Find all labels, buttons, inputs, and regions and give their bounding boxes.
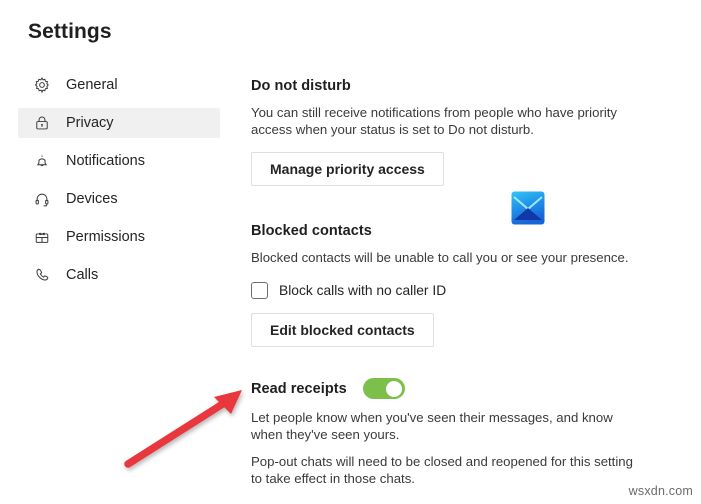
section-heading-blocked-contacts: Blocked contacts xyxy=(251,223,372,239)
settings-window: Settings General Privacy Notifications D… xyxy=(0,0,701,504)
section-heading-read-receipts: Read receipts xyxy=(251,380,347,397)
blocked-contacts-section: Blocked contacts Blocked contacts will b… xyxy=(251,223,629,347)
sidebar-item-devices[interactable]: Devices xyxy=(18,184,220,214)
mail-envelope-icon xyxy=(511,191,545,225)
read-receipts-toggle[interactable] xyxy=(362,378,405,399)
sidebar-item-label: Calls xyxy=(66,267,99,283)
do-not-disturb-description: You can still receive notifications from… xyxy=(251,105,618,137)
edit-blocked-contacts-button[interactable]: Edit blocked contacts xyxy=(251,313,434,347)
sidebar-item-label: Devices xyxy=(66,191,118,207)
settings-sidebar: General Privacy Notifications Devices Pe… xyxy=(0,70,232,290)
toggle-knob xyxy=(385,380,402,397)
read-receipts-description-1: Let people know when you've seen their m… xyxy=(251,410,613,442)
block-calls-no-caller-id-checkbox[interactable] xyxy=(251,282,268,299)
sidebar-item-label: General xyxy=(66,77,118,93)
watermark: wsxdn.com xyxy=(628,484,693,498)
sidebar-item-label: Privacy xyxy=(66,115,114,131)
read-receipts-description-2: Pop-out chats will need to be closed and… xyxy=(251,454,633,486)
phone-icon xyxy=(32,265,52,285)
lock-icon xyxy=(32,113,52,133)
bell-icon xyxy=(32,151,52,171)
red-arrow-annotation xyxy=(110,382,270,477)
sidebar-item-calls[interactable]: Calls xyxy=(18,260,220,290)
section-heading-do-not-disturb: Do not disturb xyxy=(251,78,351,94)
sidebar-item-label: Notifications xyxy=(66,153,145,169)
manage-priority-access-button[interactable]: Manage priority access xyxy=(251,152,444,186)
read-receipts-header-row: Read receipts xyxy=(251,378,643,399)
block-calls-no-caller-id-label: Block calls with no caller ID xyxy=(279,283,447,298)
blocked-contacts-description: Blocked contacts will be unable to call … xyxy=(251,250,629,265)
gear-icon xyxy=(32,75,52,95)
do-not-disturb-section: Do not disturb You can still receive not… xyxy=(251,78,643,186)
read-receipts-section: Read receipts Let people know when you'v… xyxy=(251,378,643,487)
sidebar-item-privacy[interactable]: Privacy xyxy=(18,108,220,138)
sidebar-item-notifications[interactable]: Notifications xyxy=(18,146,220,176)
page-title: Settings xyxy=(28,20,112,43)
sidebar-item-permissions[interactable]: Permissions xyxy=(18,222,220,252)
block-calls-no-caller-id-row[interactable]: Block calls with no caller ID xyxy=(251,282,629,299)
sidebar-item-label: Permissions xyxy=(66,229,145,245)
permissions-icon xyxy=(32,227,52,247)
headset-icon xyxy=(32,189,52,209)
sidebar-item-general[interactable]: General xyxy=(18,70,220,100)
